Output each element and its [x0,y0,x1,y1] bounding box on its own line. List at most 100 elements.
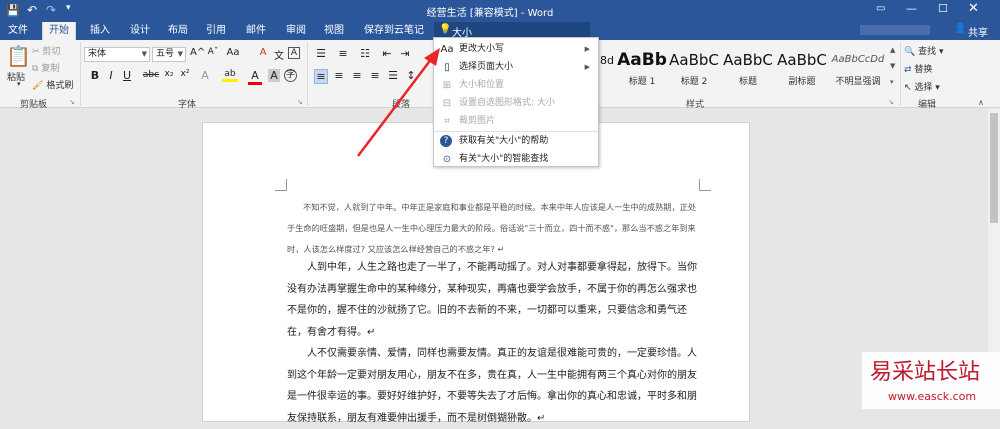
styles-scroll-down-icon[interactable]: ▼ [890,62,895,70]
tab-design[interactable]: 设计 [124,22,156,40]
search-icon: 🔍 [904,47,916,57]
minimize-icon[interactable]: — [906,2,917,15]
lightbulb-icon: 💡 [439,24,452,35]
chevron-right-icon: ▶ [584,63,590,71]
scrollbar-thumb[interactable] [990,113,998,223]
shrink-font-icon[interactable]: Aˇ [206,47,220,57]
tab-references[interactable]: 引用 [200,22,232,40]
divider [307,42,308,106]
scissors-icon: ✂ [32,47,40,57]
style-heading-1[interactable]: AaBb 标题 1 [616,46,668,92]
margin-corner-mark [275,179,287,191]
copy-button[interactable]: ⧉ 复制 [32,61,59,74]
font-size-dropdown[interactable]: 五号 ▼ [152,47,186,62]
account-name [860,25,930,35]
arrow-shaft [357,57,433,157]
style-partial[interactable]: 8d [600,54,614,67]
collapse-ribbon-icon[interactable]: ∧ [978,98,984,107]
format-painter-button[interactable]: 🖌 格式刷 [32,78,73,91]
arrow-head [424,48,440,66]
grow-font-icon[interactable]: A^ [190,47,205,58]
cut-button[interactable]: ✂ 剪切 [32,44,60,57]
tab-file[interactable]: 文件 [2,22,34,40]
menu-item-change-case[interactable]: Aa 更改大小写 ▶ [434,40,598,59]
paragraph-intro: 不知不觉，人就到了中年。中年正是家庭和事业都是平稳的时候。本来中年人应该是人一生… [287,202,697,254]
replace-icon: ⇄ [904,65,912,75]
menu-item-page-size[interactable]: ▯ 选择页面大小 ▶ [434,58,598,77]
char-shading-icon[interactable]: A [268,69,280,82]
tab-review[interactable]: 审阅 [280,22,312,40]
tab-mailings[interactable]: 邮件 [240,22,272,40]
underline-button[interactable]: U [120,69,134,82]
align-left-button[interactable]: ≡ [314,69,328,84]
chevron-down-icon: ▼ [177,50,183,58]
styles-more-icon[interactable]: ▾ [890,78,894,86]
annotation-arrow [357,48,440,157]
select-button[interactable]: ↖ 选择 ▾ [904,80,940,93]
copy-icon: ⧉ [32,64,39,74]
brush-icon: 🖌 [32,81,44,91]
style-title[interactable]: AaBbC 标题 [722,46,774,92]
share-button[interactable]: 共享 [968,24,988,39]
tab-layout[interactable]: 布局 [162,22,194,40]
watermark: 易采站长站 www.easck.com [862,352,1000,409]
tell-me-results-menu: Aa 更改大小写 ▶ ▯ 选择页面大小 ▶ ⊞ 大小和位置 ⊟ 设置自选图形格式: 大小 ⌗… [433,37,599,167]
chevron-right-icon: ▶ [584,45,590,53]
undo-icon[interactable]: ↶ [27,3,37,17]
watermark-url: www.easck.com [888,390,977,403]
style-heading-2[interactable]: AaBbC 标题 2 [668,46,720,92]
phonetic-guide-icon[interactable]: 文 [272,47,286,62]
strikethrough-button[interactable]: abc [142,70,160,80]
text-effects-icon[interactable]: A [198,69,212,82]
divider [900,42,901,106]
window-title: 经营生活 [兼容模式] - Word [426,8,554,19]
menu-item-help[interactable]: ? 获取有关"大小"的帮助 [434,132,598,151]
redo-icon[interactable]: ↷ [46,3,56,17]
bullets-icon[interactable]: ☰ [314,47,328,60]
clear-format-icon[interactable]: A [256,47,270,58]
font-name-dropdown[interactable]: 宋体 ▼ [84,47,150,62]
font-launcher-icon[interactable]: ↘ [297,98,303,106]
tab-cloud-notes[interactable]: 保存到云笔记 [358,22,430,40]
tab-view[interactable]: 视图 [318,22,350,40]
style-subtle-emphasis[interactable]: AaBbCcDd 不明显强调 [830,46,886,92]
superscript-button[interactable]: x² [178,69,192,79]
find-button[interactable]: 🔍 查找 ▾ [904,44,944,57]
font-color-button[interactable]: A [248,69,262,85]
menu-item-smart-lookup[interactable]: ⊙ 有关"大小"的智能查找 [434,150,598,169]
replace-button[interactable]: ⇄ 替换 [904,62,932,75]
bold-button[interactable]: B [88,69,102,82]
char-border-icon[interactable]: A [288,47,300,59]
title-bar: 💾 ↶ ↷ ▾ 经营生活 [兼容模式] - Word ▭ — ☐ ✕ [0,0,1000,22]
save-icon[interactable]: 💾 [6,4,20,17]
ribbon-display-icon[interactable]: ▭ [876,3,885,14]
style-subtitle[interactable]: AaBbC 副标题 [776,46,828,92]
margin-corner-mark [699,179,711,191]
share-icon[interactable]: 👤 [954,23,966,34]
highlight-button[interactable]: ab [222,69,238,82]
styles-launcher-icon[interactable]: ↘ [888,98,894,106]
enclose-char-icon[interactable]: 字 [284,69,297,82]
change-case-icon[interactable]: Aa [226,47,240,58]
italic-button[interactable]: I [104,69,118,82]
menu-item-shape-format-size[interactable]: ⊟ 设置自选图形格式: 大小 [434,94,598,113]
tab-home[interactable]: 开始 [42,22,76,40]
cursor-icon: ↖ [904,83,912,93]
menu-item-size-position[interactable]: ⊞ 大小和位置 [434,76,598,95]
chevron-down-icon: ▼ [141,50,147,58]
paragraph-body-1: 人到中年，人生之路也走了一半了，不能再动摇了。对人对事都要拿得起，放得下。当你没… [287,262,697,338]
maximize-icon[interactable]: ☐ [938,2,948,15]
subscript-button[interactable]: x₂ [162,69,176,79]
close-icon[interactable]: ✕ [968,1,979,16]
paste-button[interactable]: 粘贴 [7,70,25,83]
clipboard-launcher-icon[interactable]: ↘ [69,98,75,106]
paste-dropdown-icon[interactable]: ▾ [17,80,21,88]
menu-item-crop-picture[interactable]: ⌗ 裁剪图片 [434,112,598,131]
paste-icon[interactable]: 📋 [6,44,31,68]
watermark-title: 易采站长站 [870,360,981,385]
divider [80,42,81,106]
qat-customize-icon[interactable]: ▾ [66,3,71,13]
paragraph-body-2: 人不仅需要亲情、爱情，同样也需要友情。真正的友谊是很难能可贵的，一定要珍惜。人到… [287,348,697,424]
styles-scroll-up-icon[interactable]: ▲ [890,46,895,54]
tab-insert[interactable]: 插入 [84,22,116,40]
